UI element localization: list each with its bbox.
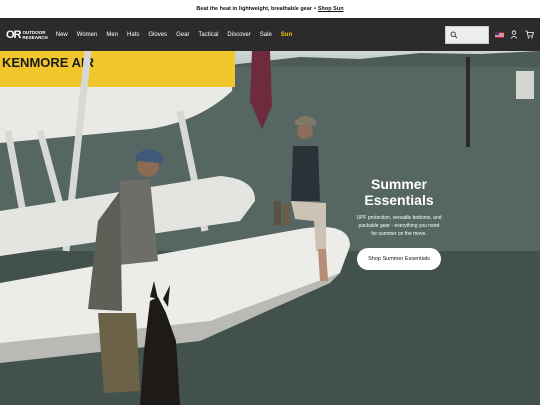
announcement-text: Beat the heat in lightweight, breathable… (196, 6, 312, 12)
nav-sun[interactable]: Sun (281, 32, 292, 38)
nav-links: New Women Men Hats Gloves Gear Tactical … (56, 32, 292, 38)
nav-tactical[interactable]: Tactical (198, 32, 218, 38)
hero-copy: Summer Essentials UPF protection, versat… (356, 176, 442, 270)
hero-banner: KENMORE AIR Summer Essentials UPF protec… (0, 51, 540, 405)
nav-new[interactable]: New (56, 32, 68, 38)
hero-subtitle: UPF protection, versatile bottoms, and p… (356, 215, 442, 237)
or-logo-icon: OR (6, 28, 21, 41)
logo-line-2: RESEARCH (22, 34, 48, 40)
nav-men[interactable]: Men (106, 32, 118, 38)
search-icon[interactable] (450, 30, 458, 40)
nav-gear[interactable]: Gear (176, 32, 189, 38)
nav-utilities (445, 25, 534, 44)
hero-photo: KENMORE AIR (0, 51, 540, 405)
cart-icon[interactable] (524, 30, 534, 40)
nav-hats[interactable]: Hats (127, 32, 139, 38)
announcement-bar: Beat the heat in lightweight, breathable… (0, 0, 540, 18)
nav-discover[interactable]: Discover (227, 32, 250, 38)
us-flag-icon[interactable] (494, 30, 504, 40)
shop-summer-essentials-button[interactable]: Shop Summer Essentials (357, 248, 441, 270)
main-nav: OR OUTDOOR RESEARCH New Women Men Hats G… (0, 18, 540, 51)
user-icon[interactable] (509, 30, 519, 40)
nav-women[interactable]: Women (77, 32, 98, 38)
shop-sun-link[interactable]: Shop Sun (318, 6, 344, 12)
search-box[interactable] (445, 25, 489, 44)
hero-title-line-2: Essentials (364, 192, 434, 208)
brand-logo[interactable]: OR OUTDOOR RESEARCH (6, 29, 48, 41)
nav-sale[interactable]: Sale (260, 32, 272, 38)
plane-livery-text: KENMORE AIR (2, 55, 95, 70)
hero-title-line-1: Summer (370, 176, 428, 192)
announcement-separator: • (313, 6, 316, 12)
nav-gloves[interactable]: Gloves (148, 32, 167, 38)
search-input[interactable] (458, 31, 488, 38)
hero-title: Summer Essentials (356, 176, 442, 208)
